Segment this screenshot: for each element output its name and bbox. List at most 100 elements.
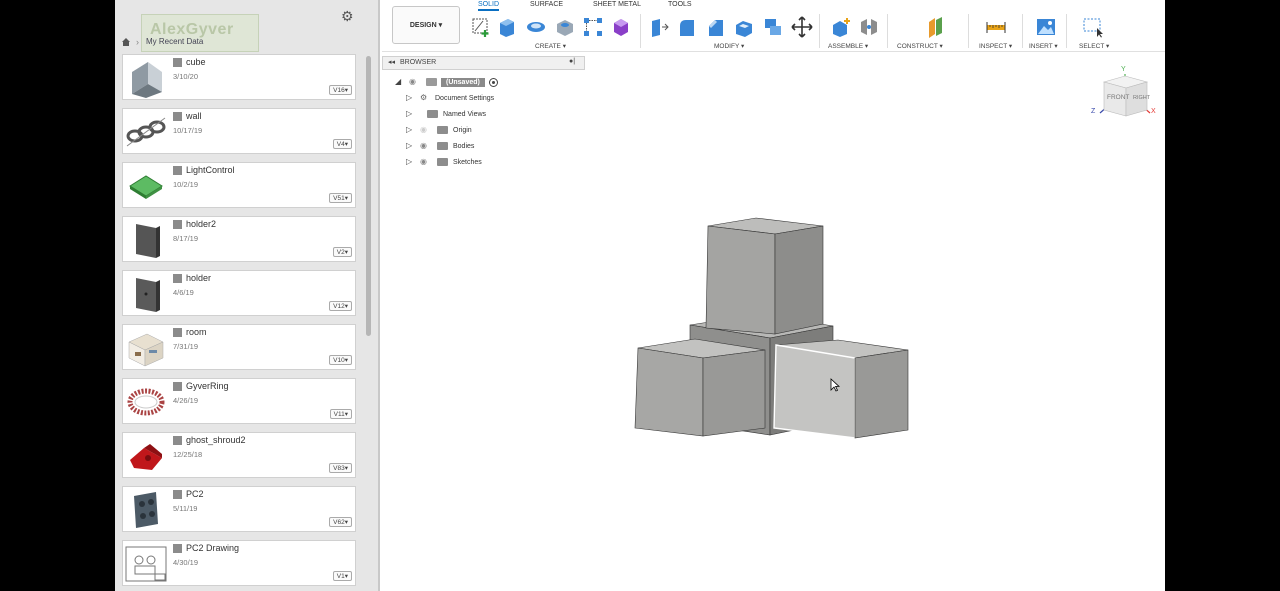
root-component-label[interactable]: (Unsaved)	[441, 77, 485, 87]
toolbar-divider	[1066, 14, 1067, 48]
version-badge[interactable]: V11▾	[329, 409, 352, 419]
fillet-icon[interactable]	[676, 16, 698, 38]
tab-solid[interactable]: SOLID	[478, 1, 500, 11]
new-component-icon[interactable]	[830, 16, 852, 38]
tree-label[interactable]: Origin	[453, 127, 472, 134]
browser-title: BROWSER	[400, 59, 437, 66]
file-card[interactable]: cube 3/10/20 V16▾	[122, 54, 356, 100]
home-icon[interactable]	[121, 37, 131, 47]
expand-icon[interactable]: ▷	[406, 93, 414, 103]
viewcube-front-label[interactable]: FRONT	[1107, 94, 1129, 101]
file-card[interactable]: holder 4/6/19 V12▾	[122, 270, 356, 316]
inspect-menu[interactable]: INSPECT ▾	[979, 42, 1012, 50]
hole-icon[interactable]	[554, 16, 576, 38]
file-name: PC2	[186, 489, 204, 499]
activate-target-icon[interactable]	[488, 77, 498, 87]
expand-icon[interactable]: ▷	[406, 109, 414, 119]
design-file-icon	[173, 166, 182, 175]
file-card[interactable]: holder2 8/17/19 V2▾	[122, 216, 356, 262]
data-panel-scrollbar[interactable]	[366, 56, 371, 336]
shroud-thumb-icon	[125, 435, 167, 477]
tree-label[interactable]: Named Views	[443, 111, 486, 118]
chain-thumb-icon	[125, 111, 167, 153]
file-date: 4/6/19	[173, 288, 194, 297]
pin-icon[interactable]: ●|	[569, 58, 575, 65]
shell-icon[interactable]	[733, 16, 755, 38]
collapse-icon[interactable]: ◂◂	[388, 58, 395, 66]
gear-icon[interactable]: ⚙	[341, 9, 355, 23]
eye-hidden-icon[interactable]: ◉	[420, 126, 430, 134]
eye-icon[interactable]: ◉	[420, 142, 430, 150]
version-badge[interactable]: V10▾	[329, 355, 352, 365]
select-window-icon[interactable]	[1082, 16, 1104, 38]
file-card[interactable]: PC2 Drawing 4/30/19 V1▾	[122, 540, 356, 586]
select-menu[interactable]: SELECT ▾	[1079, 42, 1109, 50]
workspace-switcher-button[interactable]: DESIGN ▾	[392, 6, 460, 44]
file-card[interactable]: ghost_shroud2 12/25/18 V83▾	[122, 432, 356, 478]
version-badge[interactable]: V62▾	[329, 517, 352, 527]
expand-icon[interactable]: ▷	[406, 157, 414, 167]
revolve-icon[interactable]	[525, 16, 547, 38]
browser-item-bodies[interactable]: ▷ ◉ Bodies	[406, 139, 474, 153]
assemble-menu[interactable]: ASSEMBLE ▾	[828, 42, 868, 50]
version-badge[interactable]: V1▾	[332, 571, 352, 581]
holder-thumb-icon	[125, 273, 167, 315]
modify-menu[interactable]: MODIFY ▾	[714, 42, 744, 50]
tree-label[interactable]: Document Settings	[435, 95, 494, 102]
pc-thumb-icon	[125, 489, 167, 531]
design-file-icon	[173, 274, 182, 283]
create-form-icon[interactable]	[610, 16, 632, 38]
tree-label[interactable]: Sketches	[453, 159, 482, 166]
file-card[interactable]: GyverRing 4/26/19 V11▾	[122, 378, 356, 424]
browser-item-origin[interactable]: ▷ ◉ Origin	[406, 123, 472, 137]
file-card[interactable]: LightControl 10/2/19 V51▾	[122, 162, 356, 208]
browser-root-row[interactable]: ◢ ◉ (Unsaved)	[395, 75, 498, 89]
3d-model-viewport[interactable]	[630, 210, 915, 445]
axis-x-label: X	[1151, 108, 1156, 115]
insert-menu[interactable]: INSERT ▾	[1029, 42, 1058, 50]
measure-icon[interactable]	[985, 16, 1007, 38]
tree-label[interactable]: Bodies	[453, 143, 474, 150]
create-sketch-icon[interactable]	[470, 16, 492, 38]
combine-icon[interactable]	[762, 16, 784, 38]
version-badge[interactable]: V83▾	[329, 463, 352, 473]
move-copy-icon[interactable]	[791, 16, 813, 38]
breadcrumb[interactable]: My Recent Data	[146, 37, 203, 46]
version-badge[interactable]: V4▾	[332, 139, 352, 149]
create-menu[interactable]: CREATE ▾	[535, 42, 566, 50]
version-badge[interactable]: V16▾	[329, 85, 352, 95]
tab-surface[interactable]: SURFACE	[530, 1, 563, 8]
insert-image-icon[interactable]	[1035, 16, 1057, 38]
folder-icon	[437, 158, 448, 166]
tab-tools[interactable]: TOOLS	[668, 1, 692, 8]
expand-icon[interactable]: ▷	[406, 125, 414, 135]
file-card[interactable]: room 7/31/19 V10▾	[122, 324, 356, 370]
chamfer-icon[interactable]	[705, 16, 727, 38]
eye-icon[interactable]: ◉	[409, 78, 419, 86]
file-date: 8/17/19	[173, 234, 199, 243]
press-pull-icon[interactable]	[647, 16, 669, 38]
browser-item-document-settings[interactable]: ▷ ⚙ Document Settings	[406, 91, 494, 105]
pattern-icon[interactable]	[582, 16, 604, 38]
joint-icon[interactable]	[858, 16, 880, 38]
version-badge[interactable]: V2▾	[332, 247, 352, 257]
version-badge[interactable]: V51▾	[329, 193, 352, 203]
folder-icon	[427, 110, 438, 118]
file-date: 10/2/19	[173, 180, 199, 189]
file-date: 7/31/19	[173, 342, 199, 351]
file-card[interactable]: PC2 5/11/19 V62▾	[122, 486, 356, 532]
expand-icon[interactable]: ▷	[406, 141, 414, 151]
expand-icon[interactable]: ◢	[395, 77, 403, 87]
file-card[interactable]: wall 10/17/19 V4▾	[122, 108, 356, 154]
file-name: LightControl	[186, 165, 235, 175]
viewcube-right-label[interactable]: RIGHT	[1133, 95, 1150, 101]
extrude-icon[interactable]	[496, 16, 518, 38]
construct-menu[interactable]: CONSTRUCT ▾	[897, 42, 943, 50]
eye-icon[interactable]: ◉	[420, 158, 430, 166]
offset-plane-icon[interactable]	[925, 16, 947, 38]
version-badge[interactable]: V12▾	[329, 301, 352, 311]
tab-sheet-metal[interactable]: SHEET METAL	[593, 1, 641, 8]
file-name: room	[186, 327, 207, 337]
browser-item-named-views[interactable]: ▷ Named Views	[406, 107, 486, 121]
browser-item-sketches[interactable]: ▷ ◉ Sketches	[406, 155, 482, 169]
